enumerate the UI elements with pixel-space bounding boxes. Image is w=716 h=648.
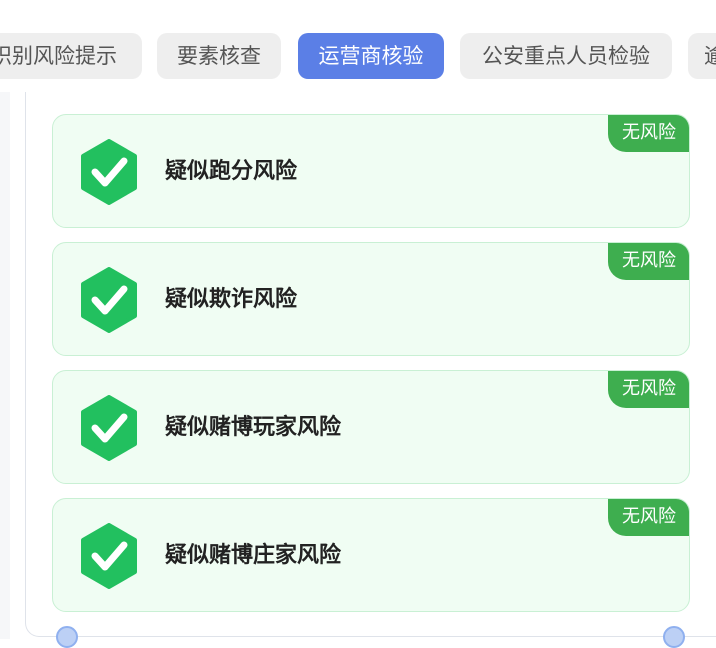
status-badge: 无风险 <box>608 371 689 408</box>
left-edge-strip <box>0 92 10 639</box>
check-hexagon-icon <box>81 267 137 333</box>
tab-label: 运营商核验 <box>318 44 424 68</box>
risk-card-title: 疑似欺诈风险 <box>165 287 298 312</box>
tab-risk-hint[interactable]: 识别风险提示 <box>0 33 142 79</box>
check-hexagon-icon <box>81 523 137 589</box>
risk-card-title: 疑似赌博庄家风险 <box>165 543 342 568</box>
risk-card: 疑似欺诈风险 无风险 <box>52 242 690 356</box>
tab-label: 要素核查 <box>177 44 261 68</box>
tab-carrier-verify[interactable]: 运营商核验 <box>298 33 444 79</box>
status-badge: 无风险 <box>608 115 689 152</box>
resize-handle-right[interactable] <box>663 626 685 648</box>
resize-handle-left[interactable] <box>56 626 78 648</box>
tab-label: 逾 <box>704 44 716 68</box>
risk-card: 疑似跑分风险 无风险 <box>52 114 690 228</box>
risk-card-title: 疑似赌博玩家风险 <box>165 415 342 440</box>
tab-element-check[interactable]: 要素核查 <box>157 33 281 79</box>
check-hexagon-icon <box>81 395 137 461</box>
risk-card: 疑似赌博玩家风险 无风险 <box>52 370 690 484</box>
status-badge: 无风险 <box>608 499 689 536</box>
tab-label: 公安重点人员检验 <box>482 44 650 68</box>
tab-police-check[interactable]: 公安重点人员检验 <box>460 33 672 79</box>
tab-bar: 识别风险提示 要素核查 运营商核验 公安重点人员检验 逾 <box>0 0 716 92</box>
tab-label: 识别风险提示 <box>0 44 117 68</box>
risk-card-title: 疑似跑分风险 <box>165 159 298 184</box>
check-hexagon-icon <box>81 139 137 205</box>
tab-overdue[interactable]: 逾 <box>688 33 716 79</box>
risk-card: 疑似赌博庄家风险 无风险 <box>52 498 690 612</box>
status-badge: 无风险 <box>608 243 689 280</box>
